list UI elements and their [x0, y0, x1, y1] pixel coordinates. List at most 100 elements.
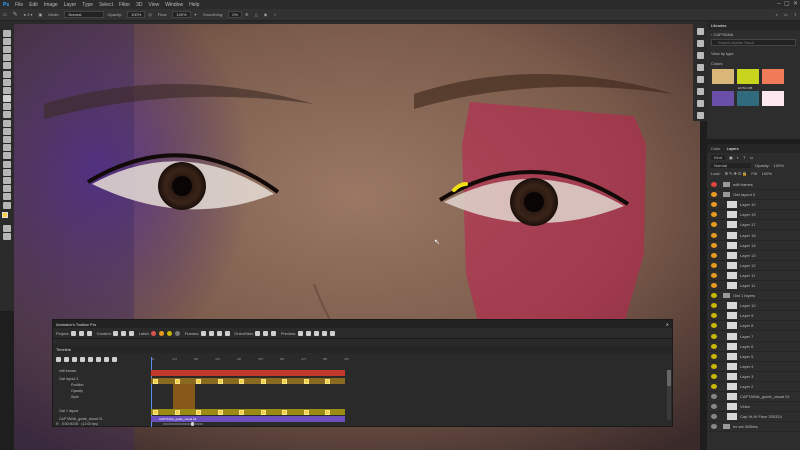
keyframe-cell[interactable] [260, 409, 266, 415]
quick-mask-icon[interactable] [3, 225, 11, 233]
blur-tool-icon[interactable] [3, 136, 11, 144]
timeline-scrollbar[interactable] [667, 370, 671, 420]
flow-field[interactable]: 100% [172, 11, 191, 18]
type-tool-icon[interactable] [3, 160, 11, 168]
brush-tool-icon[interactable] [3, 95, 11, 103]
timeline-zoom-slider[interactable] [163, 422, 203, 426]
visibility-eye-icon[interactable] [711, 182, 717, 187]
visibility-eye-icon[interactable] [711, 384, 717, 389]
layer-group-row[interactable]: ex set 005bes [707, 422, 800, 433]
visibility-eye-icon[interactable] [711, 313, 717, 319]
visibility-eye-icon[interactable] [711, 293, 717, 299]
properties-panel-icon[interactable] [696, 63, 704, 71]
visibility-eye-icon[interactable] [711, 333, 717, 339]
menu-edit[interactable]: Edit [26, 2, 41, 8]
filter-pixel-icon[interactable]: ▣ [729, 155, 733, 160]
visibility-eye-icon[interactable] [711, 252, 717, 258]
hand-tool-icon[interactable] [3, 185, 11, 193]
layer-group-row[interactable]: Owl layout 3 [707, 190, 800, 201]
symmetry-icon[interactable]: ✧ [270, 12, 279, 17]
screen-mode-icon[interactable] [3, 233, 11, 241]
keyframe-cell[interactable] [196, 378, 201, 384]
layer-group-row[interactable]: edit frames [707, 180, 800, 190]
color-panel-icon[interactable] [696, 27, 704, 35]
filter-shape-icon[interactable]: ▭ [750, 155, 754, 160]
menu-help[interactable]: Help [186, 2, 202, 8]
zoom-tool-icon[interactable] [3, 193, 11, 201]
pen-tool-icon[interactable] [3, 152, 11, 160]
keyframe-cell[interactable] [282, 378, 287, 384]
keyframe-cell[interactable] [153, 409, 158, 415]
gradient-tool-icon[interactable] [3, 127, 11, 135]
pressure-opacity-icon[interactable]: ◎ [145, 12, 155, 17]
keyframe-cell[interactable] [260, 378, 266, 384]
character-panel-icon[interactable] [696, 87, 704, 95]
visibility-eye-icon[interactable] [711, 242, 717, 248]
back-icon[interactable]: ‹ [711, 32, 712, 37]
layer-row[interactable]: Layer 14 [707, 241, 800, 251]
layer-opacity-field[interactable]: 100% [774, 163, 784, 168]
path-select-tool-icon[interactable] [3, 168, 11, 176]
share-icon[interactable]: ⇪ [791, 12, 800, 17]
keyframe-cell[interactable] [196, 409, 201, 415]
adjustments-panel-icon[interactable] [696, 51, 704, 59]
visibility-eye-icon[interactable] [711, 272, 717, 278]
menu-filter[interactable]: Filter [116, 2, 133, 8]
visibility-eye-icon[interactable] [711, 232, 717, 238]
frame-tool-icon[interactable] [3, 70, 11, 78]
rectangle-tool-icon[interactable] [3, 176, 11, 184]
visibility-eye-icon[interactable] [711, 192, 717, 198]
library-search-input[interactable]: Search Adobe Stock [711, 39, 796, 46]
visibility-eye-icon[interactable] [711, 202, 717, 208]
keyframe-cell[interactable] [282, 409, 287, 415]
visibility-eye-icon[interactable] [711, 394, 717, 400]
layer-row[interactable]: Layer 7 [707, 332, 800, 342]
eraser-tool-icon[interactable] [3, 119, 11, 127]
keyframe-cell[interactable] [217, 409, 223, 415]
layer-row[interactable]: Video [707, 402, 800, 413]
layer-row[interactable]: Cap Hi-Hi Face 205324 [707, 412, 800, 423]
visibility-eye-icon[interactable] [711, 404, 717, 410]
keyframe-cell[interactable] [239, 409, 244, 415]
smoothing-settings-icon[interactable]: ⚙ [242, 12, 252, 17]
keyframe-cell[interactable] [303, 409, 309, 415]
keyframe-cell[interactable] [217, 378, 223, 384]
healing-tool-icon[interactable] [3, 86, 11, 94]
layer-row[interactable]: Layer 5 [707, 352, 800, 362]
mode-select[interactable]: Normal [64, 11, 105, 18]
keyframe-cell[interactable] [174, 409, 180, 415]
more-tools-icon[interactable] [3, 201, 11, 209]
layer-row[interactable]: Layer 9 [707, 311, 800, 322]
angle-icon[interactable]: △ [252, 12, 261, 17]
menu-image[interactable]: Image [41, 2, 61, 8]
layer-row[interactable]: Layer 19 [707, 210, 800, 221]
tab-layers[interactable]: Layers [727, 146, 739, 151]
keyframe-cell[interactable] [239, 378, 244, 384]
history-brush-tool-icon[interactable] [3, 111, 11, 119]
keyframe-cell[interactable] [325, 378, 330, 384]
lock-icons[interactable]: ⊞ ✎ ✥ ⊡ 🔒 [725, 171, 748, 176]
workspace-icon[interactable]: ▭ [781, 12, 791, 17]
color-swatch[interactable] [762, 91, 784, 106]
menu-type[interactable]: Type [79, 2, 96, 8]
visibility-eye-icon[interactable] [711, 283, 717, 288]
brush-tool-icon[interactable]: ✎ [10, 11, 21, 18]
layer-row[interactable]: CAPTAINA_guide_visual 01 [707, 392, 800, 403]
airbrush-icon[interactable]: ✦ [191, 12, 200, 17]
layer-row[interactable]: Layer 12 [707, 261, 800, 271]
view-by-select[interactable]: View by type [711, 51, 734, 56]
visibility-eye-icon[interactable] [711, 303, 717, 309]
layer-group-row[interactable]: Owl 1 layers [707, 291, 800, 302]
pressure-size-icon[interactable]: ◉ [261, 12, 271, 17]
dodge-tool-icon[interactable] [3, 144, 11, 152]
home-icon[interactable]: ⌂ [0, 12, 10, 18]
library-name[interactable]: CAPTAINA [713, 32, 733, 37]
menu-layer[interactable]: Layer [61, 2, 80, 8]
menu-3d[interactable]: 3D [133, 2, 145, 8]
visibility-eye-icon[interactable] [711, 222, 717, 228]
layer-row[interactable]: Layer 11 [707, 271, 800, 281]
close-icon[interactable]: ✕ [793, 1, 798, 7]
smoothing-field[interactable]: 0% [228, 11, 243, 18]
layer-row[interactable]: Layer 3 [707, 372, 800, 382]
move-tool-icon[interactable] [3, 29, 11, 37]
